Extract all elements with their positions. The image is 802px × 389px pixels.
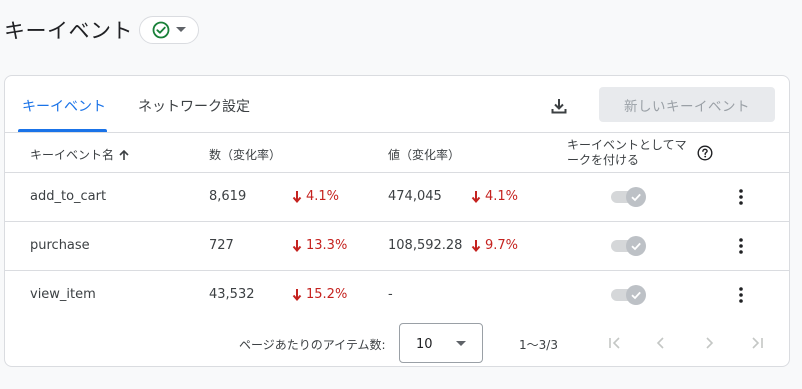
status-dropdown[interactable]: [139, 16, 199, 44]
pagination-bar: ページあたりのアイテム数: 10 1〜3/3: [5, 319, 789, 366]
new-key-event-button[interactable]: 新しいキーイベント: [599, 87, 775, 122]
event-value: -: [388, 287, 393, 302]
table-header: キーイベント名 数（変化率） 値（変化率） キーイベントとしてマークを付ける: [5, 133, 789, 173]
mark-key-event-toggle[interactable]: [611, 285, 647, 305]
count-change-value: 13.3%: [306, 238, 348, 253]
tab-key-events[interactable]: キーイベント: [22, 96, 106, 116]
value-change-value: 4.1%: [485, 189, 519, 204]
event-count: 8,619: [209, 189, 247, 204]
event-count: 43,532: [209, 287, 255, 302]
event-value: 474,045: [388, 189, 442, 204]
page-range: 1〜3/3: [519, 338, 558, 352]
arrow-down-icon: [471, 240, 481, 252]
first-page-button[interactable]: [605, 333, 625, 353]
column-header-name-label: キーイベント名: [30, 148, 115, 162]
column-header-value: 値（変化率）: [388, 148, 461, 162]
key-events-card: キーイベント ネットワーク設定 新しいキーイベント キーイベント名 数（変化率）…: [4, 75, 790, 367]
count-change: 4.1%: [292, 189, 339, 204]
mark-key-event-toggle[interactable]: [611, 187, 647, 207]
last-page-button[interactable]: [747, 333, 767, 353]
mark-key-event-toggle[interactable]: [611, 236, 647, 256]
event-name: view_item: [30, 287, 96, 302]
page-title: キーイベント: [4, 19, 133, 43]
more-vert-icon: [739, 287, 743, 303]
arrow-down-icon: [471, 191, 481, 203]
first-page-icon: [609, 337, 620, 349]
table-row: view_item 43,532 15.2% -: [5, 271, 789, 320]
active-tab-indicator: [18, 129, 107, 132]
check-icon: [631, 193, 641, 202]
help-icon[interactable]: [697, 145, 713, 161]
count-change-value: 4.1%: [306, 189, 340, 204]
table-row: purchase 727 13.3% 108,592.28 9.7%: [5, 222, 789, 271]
tab-bar: キーイベント ネットワーク設定 新しいキーイベント: [5, 76, 789, 133]
check-circle-icon: [152, 21, 170, 39]
arrow-down-icon: [292, 289, 302, 301]
value-change: 4.1%: [471, 189, 518, 204]
page-header: キーイベント: [4, 14, 199, 46]
caret-down-icon: [456, 341, 466, 346]
value-change-value: 9.7%: [485, 238, 519, 253]
toggle-knob: [626, 187, 646, 207]
items-per-page-select[interactable]: 10: [399, 323, 483, 363]
check-icon: [631, 242, 641, 251]
count-change-value: 15.2%: [306, 287, 348, 302]
sort-arrow-up-icon: [119, 149, 129, 160]
arrow-down-icon: [292, 191, 302, 203]
items-per-page-label: ページあたりのアイテム数:: [239, 338, 386, 352]
more-vert-icon: [739, 189, 743, 205]
more-options-button[interactable]: [733, 235, 749, 257]
more-options-button[interactable]: [733, 186, 749, 208]
column-header-name[interactable]: キーイベント名: [30, 146, 130, 163]
column-header-count: 数（変化率）: [209, 148, 282, 162]
download-icon: [551, 99, 567, 114]
download-button[interactable]: [545, 92, 573, 120]
chevron-right-icon: [706, 337, 714, 349]
previous-page-button[interactable]: [651, 333, 671, 353]
toggle-knob: [626, 285, 646, 305]
count-change: 13.3%: [292, 238, 347, 253]
event-value: 108,592.28: [388, 238, 463, 253]
event-name: add_to_cart: [30, 189, 107, 204]
next-page-button[interactable]: [699, 333, 719, 353]
chevron-left-icon: [656, 337, 664, 349]
check-icon: [631, 291, 641, 300]
toggle-knob: [626, 236, 646, 256]
table-row: add_to_cart 8,619 4.1% 474,045 4.1%: [5, 173, 789, 222]
event-name: purchase: [30, 238, 90, 253]
column-header-mark: キーイベントとしてマークを付ける: [567, 138, 687, 167]
more-options-button[interactable]: [733, 284, 749, 306]
arrow-down-icon: [292, 240, 302, 252]
count-change: 15.2%: [292, 287, 347, 302]
items-per-page-value: 10: [416, 337, 433, 352]
last-page-icon: [752, 337, 763, 349]
caret-down-icon: [176, 27, 186, 32]
tab-network-settings[interactable]: ネットワーク設定: [138, 96, 250, 116]
more-vert-icon: [739, 238, 743, 254]
event-count: 727: [209, 238, 234, 253]
value-change: 9.7%: [471, 238, 518, 253]
